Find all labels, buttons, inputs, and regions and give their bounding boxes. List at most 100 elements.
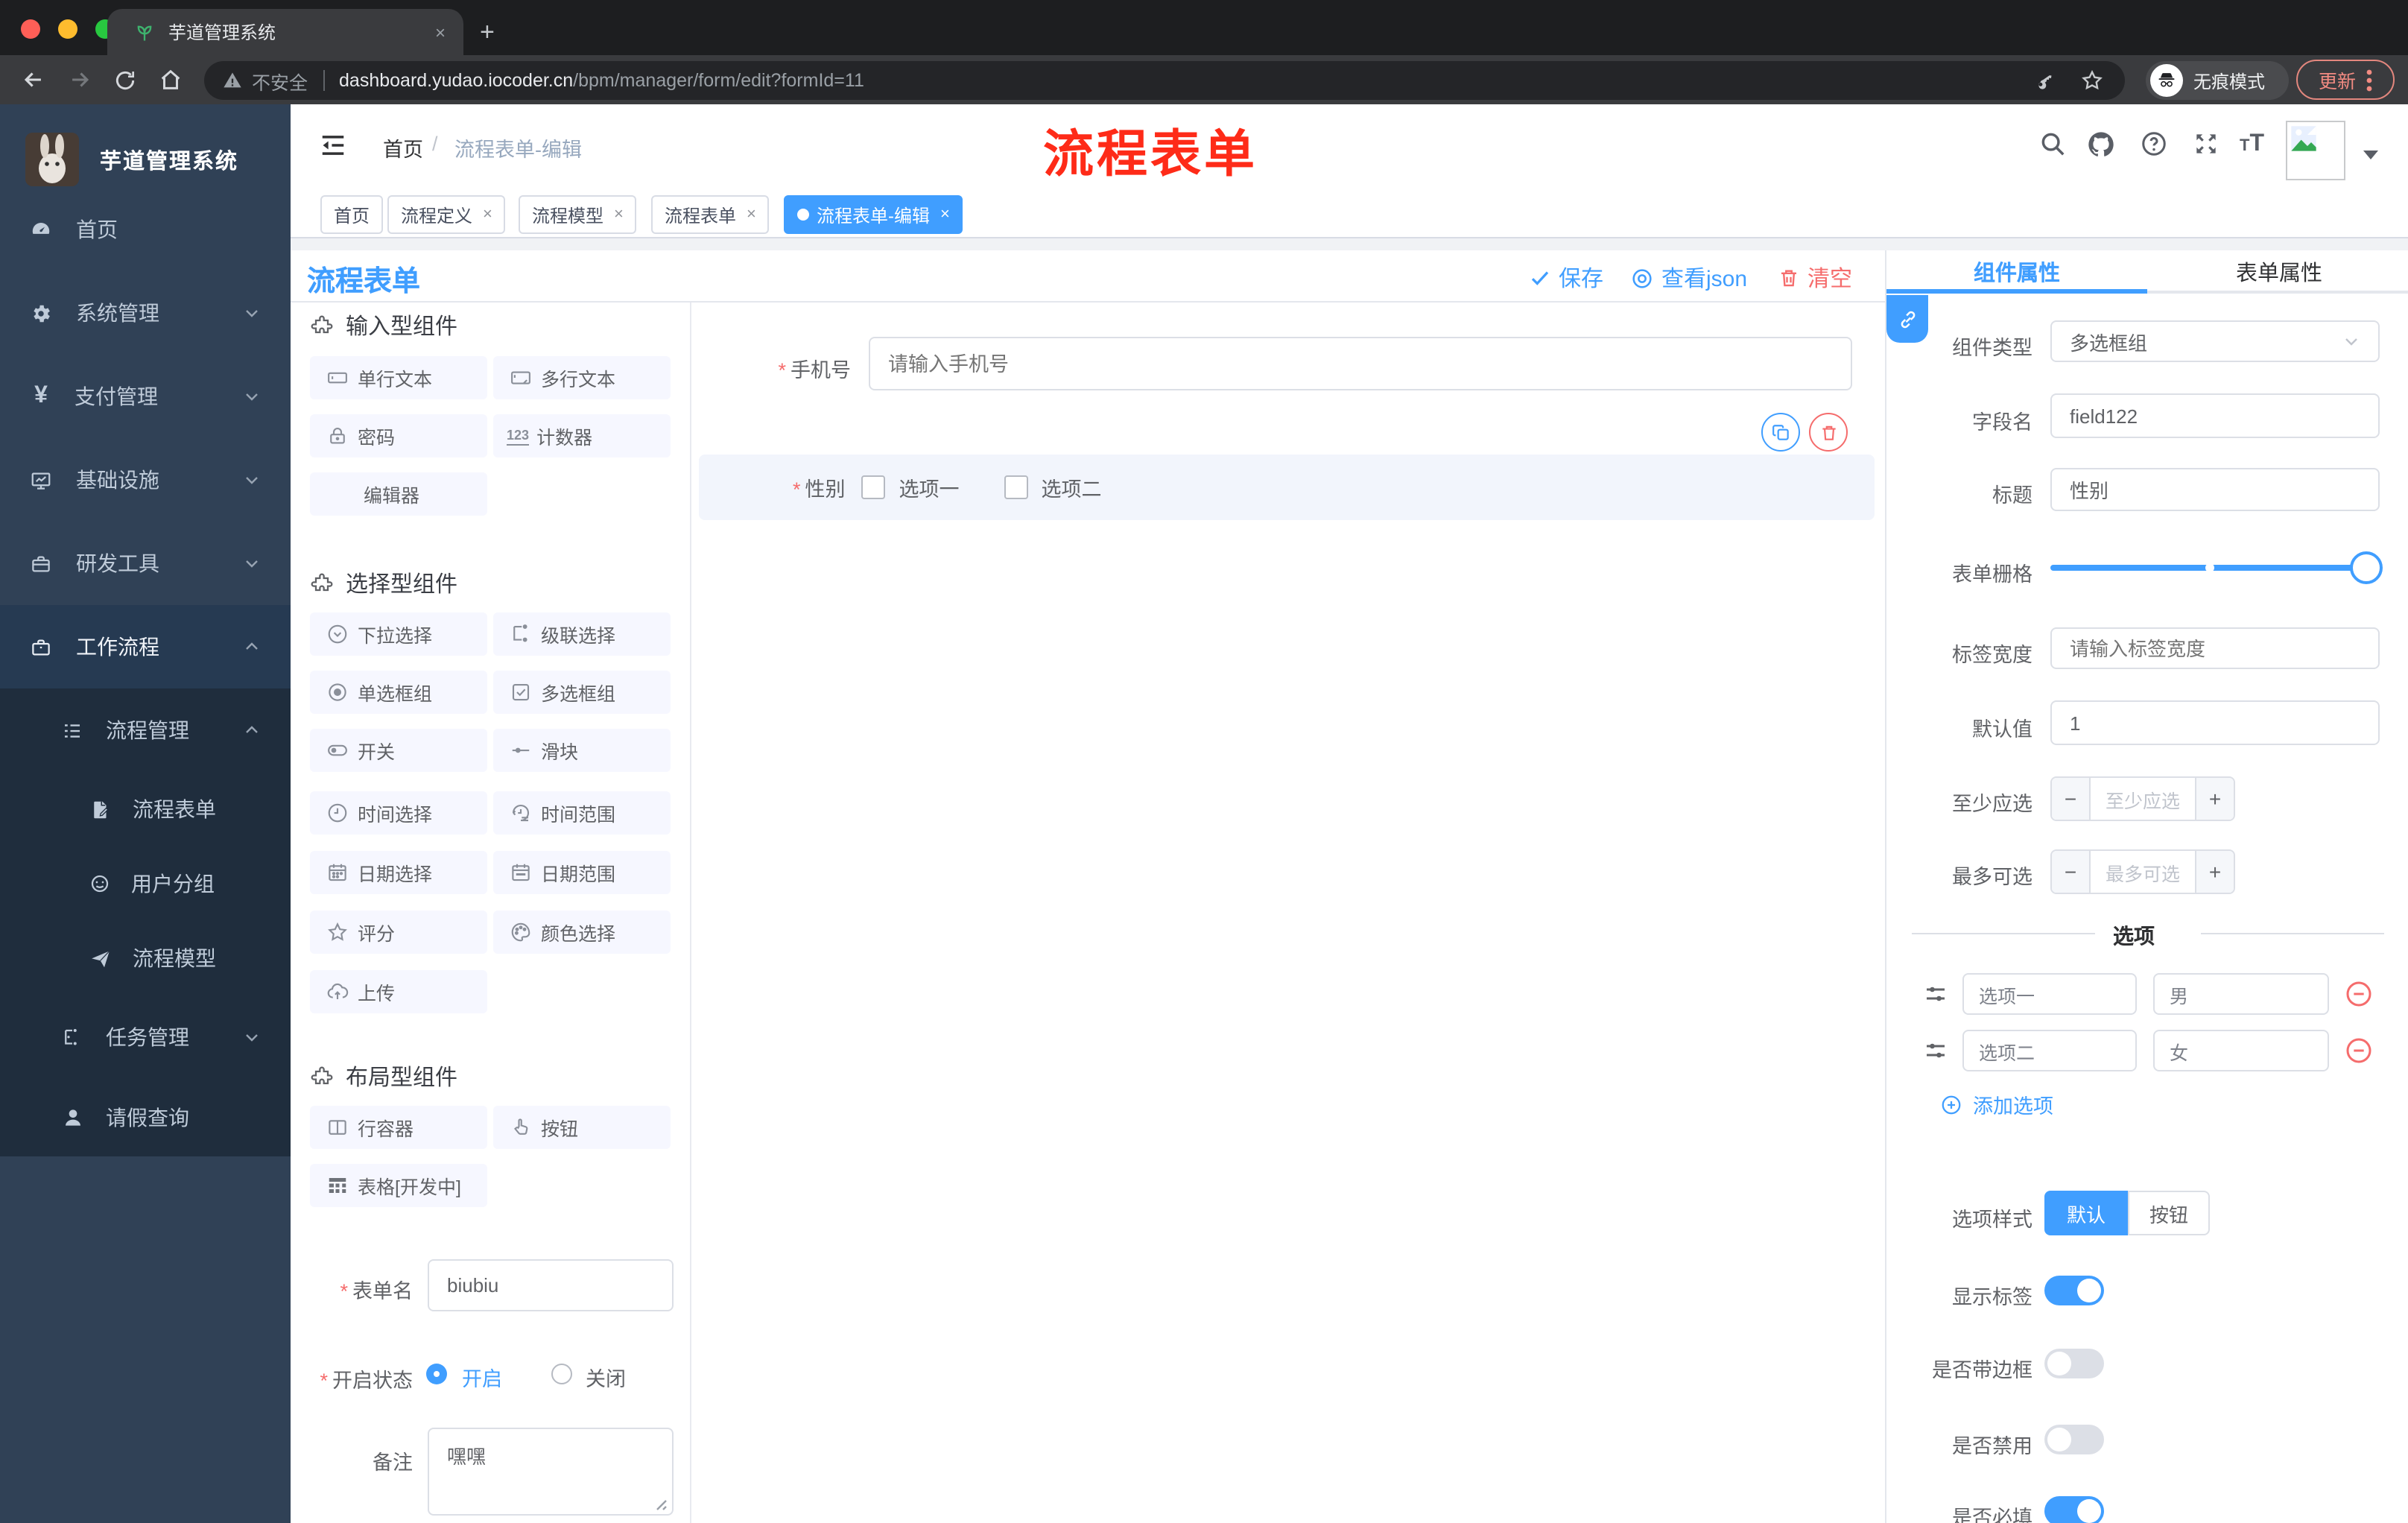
sidebar-item-process-model[interactable]: 流程模型 <box>0 921 291 995</box>
browser-tab[interactable]: 芋道管理系统 × <box>107 9 463 55</box>
remove-option-icon[interactable] <box>2344 1036 2374 1066</box>
browser-menu-dots-icon[interactable] <box>2366 68 2372 92</box>
palette-item-rate[interactable]: 评分 <box>310 911 487 954</box>
tag-process-form-edit[interactable]: 流程表单-编辑 × <box>784 195 963 234</box>
home-icon[interactable] <box>158 67 183 92</box>
remark-textarea[interactable]: 嘿嘿 <box>428 1428 674 1516</box>
sidebar-item-task-mgmt[interactable]: 任务管理 <box>0 1000 291 1074</box>
palette-item-row-container[interactable]: 行容器 <box>310 1106 487 1149</box>
forward-icon[interactable] <box>67 67 92 92</box>
default-value-input[interactable] <box>2050 700 2380 745</box>
avatar[interactable] <box>2286 121 2345 180</box>
palette-item-date-range[interactable]: 日期范围 <box>493 851 671 894</box>
github-icon[interactable] <box>2086 130 2116 159</box>
label-width-input[interactable] <box>2050 627 2380 669</box>
tag-process-definition[interactable]: 流程定义 × <box>387 195 506 234</box>
option2-label-input[interactable] <box>1962 1030 2137 1071</box>
form-name-input[interactable] <box>428 1259 674 1311</box>
sidebar-item-payment[interactable]: ¥ 支付管理 <box>0 359 291 434</box>
tag-process-model[interactable]: 流程模型 × <box>519 195 637 234</box>
minus-button[interactable]: − <box>2052 778 2089 820</box>
clear-button[interactable]: 清空 <box>1778 262 1852 294</box>
font-size-icon[interactable]: TT <box>2240 131 2264 158</box>
view-json-button[interactable]: 查看json <box>1630 262 1747 294</box>
sidebar-item-system[interactable]: 系统管理 <box>0 276 291 350</box>
password-key-icon[interactable] <box>2034 69 2056 92</box>
palette-item-slider[interactable]: 滑块 <box>493 729 671 772</box>
palette-item-color-picker[interactable]: 颜色选择 <box>493 911 671 954</box>
palette-item-radio-group[interactable]: 单选框组 <box>310 671 487 714</box>
sidebar-item-workflow[interactable]: 工作流程 <box>0 609 291 684</box>
radio-on[interactable] <box>426 1364 447 1384</box>
sidebar-item-infra[interactable]: 基础设施 <box>0 443 291 517</box>
grid-slider-handle[interactable] <box>2350 551 2383 584</box>
palette-item-multi-text[interactable]: 多行文本 <box>493 356 671 399</box>
palette-item-button[interactable]: 按钮 <box>493 1106 671 1149</box>
palette-item-checkbox-group[interactable]: 多选框组 <box>493 671 671 714</box>
tab-form-props[interactable]: 表单属性 <box>2149 250 2408 292</box>
url-bar[interactable]: 不安全 dashboard.yudao.iocoder.cn/bpm/manag… <box>204 61 2125 100</box>
radio-on-label[interactable]: 开启 <box>462 1362 502 1392</box>
browser-update-button[interactable]: 更新 <box>2296 60 2395 100</box>
phone-input[interactable] <box>869 337 1852 390</box>
sidebar-item-process-form[interactable]: 流程表单 <box>0 772 291 846</box>
tag-close-icon[interactable]: × <box>614 206 624 224</box>
show-label-toggle[interactable] <box>2044 1276 2104 1305</box>
tag-home[interactable]: 首页 <box>320 195 384 234</box>
palette-item-switch[interactable]: 开关 <box>310 729 487 772</box>
radio-off-label[interactable]: 关闭 <box>586 1362 626 1392</box>
tag-process-form[interactable]: 流程表单 × <box>651 195 770 234</box>
border-toggle[interactable] <box>2044 1349 2104 1378</box>
field-name-input[interactable] <box>2050 393 2380 438</box>
palette-item-cascader[interactable]: 级联选择 <box>493 612 671 656</box>
sidebar-logo[interactable]: 芋道管理系统 <box>0 130 291 189</box>
resize-handle-icon[interactable] <box>653 1496 668 1511</box>
grid-slider-track[interactable] <box>2050 565 2380 571</box>
drag-handle-icon[interactable] <box>1922 981 1949 1007</box>
new-tab-button[interactable]: + <box>480 18 495 48</box>
min-select-value[interactable]: 至少应选 <box>2089 778 2196 820</box>
disabled-toggle[interactable] <box>2044 1425 2104 1454</box>
palette-item-single-text[interactable]: 单行文本 <box>310 356 487 399</box>
minus-button[interactable]: − <box>2052 851 2089 893</box>
palette-item-upload[interactable]: 上传 <box>310 970 487 1013</box>
max-select-stepper[interactable]: − 最多可选 + <box>2050 849 2235 894</box>
checkbox-option2-label[interactable]: 选项二 <box>1042 472 1102 502</box>
sidebar-item-process-mgmt[interactable]: 流程管理 <box>0 693 291 767</box>
palette-item-time-picker[interactable]: 时间选择 <box>310 791 487 835</box>
plus-button[interactable]: + <box>2196 851 2234 893</box>
help-question-icon[interactable] <box>2140 130 2168 158</box>
bookmark-star-icon[interactable] <box>2080 69 2104 92</box>
palette-item-password[interactable]: 密码 <box>310 414 487 457</box>
sidebar-item-home[interactable]: 首页 <box>0 192 291 267</box>
copy-component-button[interactable] <box>1761 413 1800 452</box>
sidebar-item-devtools[interactable]: 研发工具 <box>0 526 291 601</box>
palette-item-date-picker[interactable]: 日期选择 <box>310 851 487 894</box>
hamburger-fold-icon[interactable] <box>319 131 347 159</box>
window-minimize-button[interactable] <box>58 19 77 39</box>
breadcrumb-home[interactable]: 首页 <box>383 133 423 162</box>
checkbox-option1-label[interactable]: 选项一 <box>899 472 960 502</box>
palette-item-table[interactable]: 表格[开发中] <box>310 1164 487 1207</box>
sidebar-item-leave-query[interactable]: 请假查询 <box>0 1080 291 1155</box>
checkbox-option1[interactable] <box>861 475 886 499</box>
drag-handle-icon[interactable] <box>1922 1037 1949 1064</box>
checkbox-option2[interactable] <box>1004 475 1028 499</box>
selected-component-gender[interactable]: * 性别 选项一 选项二 <box>699 455 1875 520</box>
reload-icon[interactable] <box>113 68 137 92</box>
option1-value-input[interactable] <box>2153 973 2329 1015</box>
tag-close-icon[interactable]: × <box>483 206 492 224</box>
style-default-button[interactable]: 默认 <box>2044 1191 2128 1235</box>
save-button[interactable]: 保存 <box>1529 262 1603 294</box>
max-select-value[interactable]: 最多可选 <box>2089 851 2196 893</box>
tab-close-icon[interactable]: × <box>435 22 446 42</box>
back-icon[interactable] <box>21 67 46 92</box>
title-input[interactable] <box>2050 468 2380 511</box>
option2-value-input[interactable] <box>2153 1030 2329 1071</box>
style-button-button[interactable]: 按钮 <box>2128 1191 2210 1235</box>
palette-item-time-range[interactable]: 时间范围 <box>493 791 671 835</box>
fullscreen-icon[interactable] <box>2192 130 2220 158</box>
tab-component-props[interactable]: 组件属性 <box>1886 250 2147 292</box>
tag-close-icon[interactable]: × <box>940 206 950 224</box>
option1-label-input[interactable] <box>1962 973 2137 1015</box>
